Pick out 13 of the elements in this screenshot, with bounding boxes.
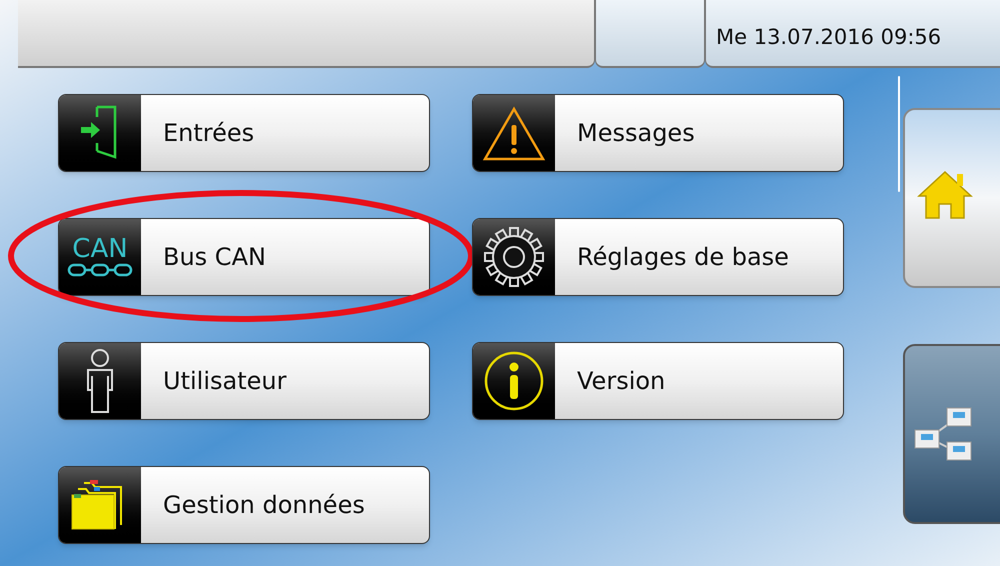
menu-button[interactable]: Utilisateur bbox=[58, 342, 430, 420]
header-tab[interactable] bbox=[595, 0, 705, 68]
menu-button[interactable]: Réglages de base bbox=[472, 218, 844, 296]
menu-button[interactable]: Entrées bbox=[58, 94, 430, 172]
menu-button[interactable]: Messages bbox=[472, 94, 844, 172]
menu-button[interactable]: Gestion données bbox=[58, 466, 430, 544]
menu-button[interactable]: Version bbox=[472, 342, 844, 420]
menu-button[interactable]: CAN Bus CAN bbox=[58, 218, 430, 296]
datetime-display: Me 13.07.2016 09:56 bbox=[705, 0, 1000, 68]
side-button[interactable] bbox=[903, 108, 1000, 288]
side-button[interactable] bbox=[903, 344, 1000, 524]
info-icon bbox=[483, 350, 545, 412]
gear-icon bbox=[483, 226, 545, 288]
